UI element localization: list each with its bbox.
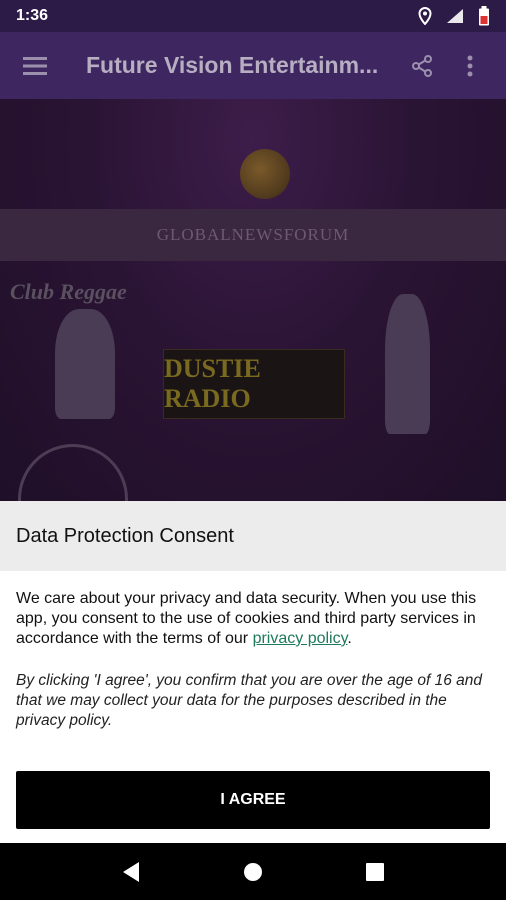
overflow-menu-button[interactable] [446,42,494,90]
consent-title: Data Protection Consent [0,501,506,571]
status-icons [418,6,490,26]
figure-right [385,294,430,434]
home-button[interactable] [229,848,277,896]
radio-logo: DUSTIE RADIO [163,349,345,419]
news-banner: GLOBALNEWSFORUM [0,209,506,261]
back-icon [123,861,139,882]
recents-icon [366,862,384,881]
consent-body: We care about your privacy and data secu… [0,571,506,731]
recents-button[interactable] [351,848,399,896]
app-title: Future Vision Entertainm... [86,52,379,78]
menu-button[interactable] [20,42,50,90]
share-button[interactable] [398,42,446,90]
consent-body-end: . [347,630,352,647]
consent-dialog: Data Protection Consent We care about yo… [0,501,506,843]
location-icon [418,7,432,25]
more-vert-icon [467,55,473,76]
navigation-bar [0,843,506,900]
share-icon [412,54,432,77]
privacy-policy-link[interactable]: privacy policy [253,630,348,647]
back-button[interactable] [107,848,155,896]
confirm-text: By clicking 'I agree', you confirm that … [16,672,483,729]
hamburger-icon [23,56,47,75]
battery-icon [479,6,489,26]
home-icon [244,862,262,881]
consent-text: We care about your privacy and data secu… [16,589,490,649]
agree-button[interactable]: I AGREE [16,771,490,829]
globe-image [240,149,290,199]
app-bar: Future Vision Entertainm... [0,32,506,99]
consent-body-text: We care about your privacy and data secu… [16,590,477,647]
figure-left [55,309,115,419]
seal-image [18,444,128,501]
status-time: 1:36 [16,7,49,24]
status-bar: 1:36 [0,0,506,32]
signal-icon [447,9,463,23]
web-content[interactable]: GLOBALNEWSFORUM Club Reggae DUSTIE RADIO [0,99,506,501]
